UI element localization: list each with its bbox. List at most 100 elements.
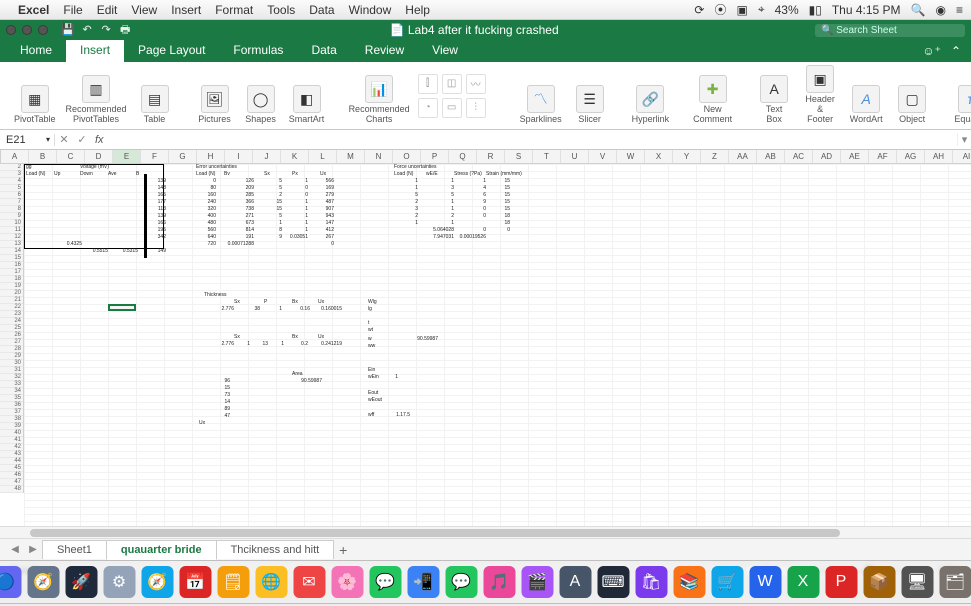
row-header-12[interactable]: 12 — [0, 234, 23, 241]
menu-tools[interactable]: Tools — [267, 3, 295, 17]
dock-app-10[interactable]: 🌸 — [331, 566, 363, 598]
dock-app-2[interactable]: 🧭 — [27, 566, 59, 598]
hierarchy-chart-icon[interactable]: ◫ — [442, 74, 462, 94]
pictures-button[interactable]: 🖼Pictures — [195, 81, 235, 129]
row-header-31[interactable]: 31 — [0, 367, 23, 374]
menu-data[interactable]: Data — [309, 3, 334, 17]
line-chart-icon[interactable]: 〰 — [466, 74, 486, 94]
tab-view[interactable]: View — [418, 40, 472, 62]
pivottable-button[interactable]: ▦PivotTable — [12, 81, 58, 129]
siri-icon[interactable]: ◉ — [936, 3, 946, 17]
dock-app-19[interactable]: 📚 — [673, 566, 705, 598]
row-header-11[interactable]: 11 — [0, 227, 23, 234]
print-icon[interactable]: 🖶 — [117, 21, 133, 40]
row-header-5[interactable]: 5 — [0, 185, 23, 192]
menu-format[interactable]: Format — [215, 3, 253, 17]
dock-app-1[interactable]: 🔵 — [0, 566, 21, 598]
col-header-Z[interactable]: Z — [701, 150, 729, 163]
col-header-F[interactable]: F — [141, 150, 169, 163]
col-header-AE[interactable]: AE — [841, 150, 869, 163]
col-header-AD[interactable]: AD — [813, 150, 841, 163]
row-header-34[interactable]: 34 — [0, 388, 23, 395]
col-header-AG[interactable]: AG — [897, 150, 925, 163]
cells-area[interactable]: gg Voltage (mV) Load (N) Up Down Ave B 0… — [24, 164, 971, 526]
recommended-pivot-button[interactable]: ▥Recommended PivotTables — [64, 71, 129, 129]
dock-app-20[interactable]: 🛒 — [711, 566, 743, 598]
row-header-35[interactable]: 35 — [0, 395, 23, 402]
col-header-E[interactable]: E — [113, 150, 141, 163]
search-sheet-input[interactable]: 🔍 Search Sheet — [815, 24, 965, 37]
dock-app-18[interactable]: 🛍 — [635, 566, 667, 598]
row-header-14[interactable]: 14 — [0, 248, 23, 255]
dock-app-8[interactable]: 🌐 — [255, 566, 287, 598]
expand-formula-icon[interactable]: ▾ — [957, 133, 971, 146]
row-header-21[interactable]: 21 — [0, 297, 23, 304]
row-header-4[interactable]: 4 — [0, 178, 23, 185]
col-header-AC[interactable]: AC — [785, 150, 813, 163]
dock-app-16[interactable]: A — [559, 566, 591, 598]
row-header-2[interactable]: 2 — [0, 164, 23, 171]
menu-window[interactable]: Window — [349, 3, 392, 17]
row-header-47[interactable]: 47 — [0, 479, 23, 486]
row-header-39[interactable]: 39 — [0, 423, 23, 430]
row-header-40[interactable]: 40 — [0, 430, 23, 437]
row-header-28[interactable]: 28 — [0, 346, 23, 353]
zoom-window[interactable] — [38, 25, 48, 35]
wordart-button[interactable]: AWordArt — [846, 81, 886, 129]
minimize-window[interactable] — [22, 25, 32, 35]
row-header-33[interactable]: 33 — [0, 381, 23, 388]
col-header-A[interactable]: A — [1, 150, 29, 163]
col-header-AH[interactable]: AH — [925, 150, 953, 163]
column-chart-icon[interactable]: ⫿ — [418, 74, 438, 94]
notifications-icon[interactable]: ≡ — [956, 3, 963, 17]
name-box[interactable]: E21▾ — [0, 134, 55, 146]
recommended-charts-button[interactable]: 📊Recommended Charts — [347, 71, 412, 129]
sparklines-button[interactable]: 〽Sparklines — [518, 81, 564, 129]
menu-insert[interactable]: Insert — [171, 3, 201, 17]
dock-app-21[interactable]: W — [749, 566, 781, 598]
object-button[interactable]: ▢Object — [892, 81, 932, 129]
row-header-41[interactable]: 41 — [0, 437, 23, 444]
col-header-Y[interactable]: Y — [673, 150, 701, 163]
row-header-36[interactable]: 36 — [0, 402, 23, 409]
col-header-S[interactable]: S — [505, 150, 533, 163]
dock-app-6[interactable]: 📅 — [179, 566, 211, 598]
hyperlink-button[interactable]: 🔗Hyperlink — [630, 81, 672, 129]
row-header-25[interactable]: 25 — [0, 325, 23, 332]
row-header-27[interactable]: 27 — [0, 339, 23, 346]
equation-button[interactable]: πEquation — [952, 81, 971, 129]
enter-formula-icon[interactable]: ✓ — [73, 133, 91, 146]
battery-icon[interactable]: ▮▯ — [809, 3, 822, 17]
new-comment-button[interactable]: ✚New Comment — [691, 71, 734, 129]
tab-data[interactable]: Data — [297, 40, 350, 62]
col-header-D[interactable]: D — [85, 150, 113, 163]
redo-icon[interactable]: ↷ — [98, 23, 114, 36]
dock-app-3[interactable]: 🚀 — [65, 566, 97, 598]
row-header-37[interactable]: 37 — [0, 409, 23, 416]
dock-app-4[interactable]: ⚙ — [103, 566, 135, 598]
dock-app-9[interactable]: ✉ — [293, 566, 325, 598]
row-header-10[interactable]: 10 — [0, 220, 23, 227]
close-window[interactable] — [6, 25, 16, 35]
col-header-I[interactable]: I — [225, 150, 253, 163]
row-header-6[interactable]: 6 — [0, 192, 23, 199]
row-header-30[interactable]: 30 — [0, 360, 23, 367]
fx-icon[interactable]: fx — [91, 134, 108, 146]
undo-icon[interactable]: ↶ — [79, 23, 95, 36]
row-header-9[interactable]: 9 — [0, 213, 23, 220]
cancel-formula-icon[interactable]: ✕ — [55, 133, 73, 146]
dock-app-7[interactable]: 🗒 — [217, 566, 249, 598]
slicer-button[interactable]: ☰Slicer — [570, 81, 610, 129]
sheet-tab-1[interactable]: Sheet1 — [42, 540, 107, 559]
smartart-button[interactable]: ◧SmartArt — [287, 81, 327, 129]
col-header-Q[interactable]: Q — [449, 150, 477, 163]
sheet-nav-prev[interactable]: ◀ — [6, 544, 24, 555]
spotlight-icon[interactable]: 🔍 — [911, 3, 926, 17]
row-header-19[interactable]: 19 — [0, 283, 23, 290]
row-header-48[interactable]: 48 — [0, 486, 23, 493]
row-header-3[interactable]: 3 — [0, 171, 23, 178]
col-header-V[interactable]: V — [589, 150, 617, 163]
tab-home[interactable]: Home — [6, 40, 66, 62]
row-header-44[interactable]: 44 — [0, 458, 23, 465]
scroll-thumb[interactable] — [30, 529, 840, 537]
